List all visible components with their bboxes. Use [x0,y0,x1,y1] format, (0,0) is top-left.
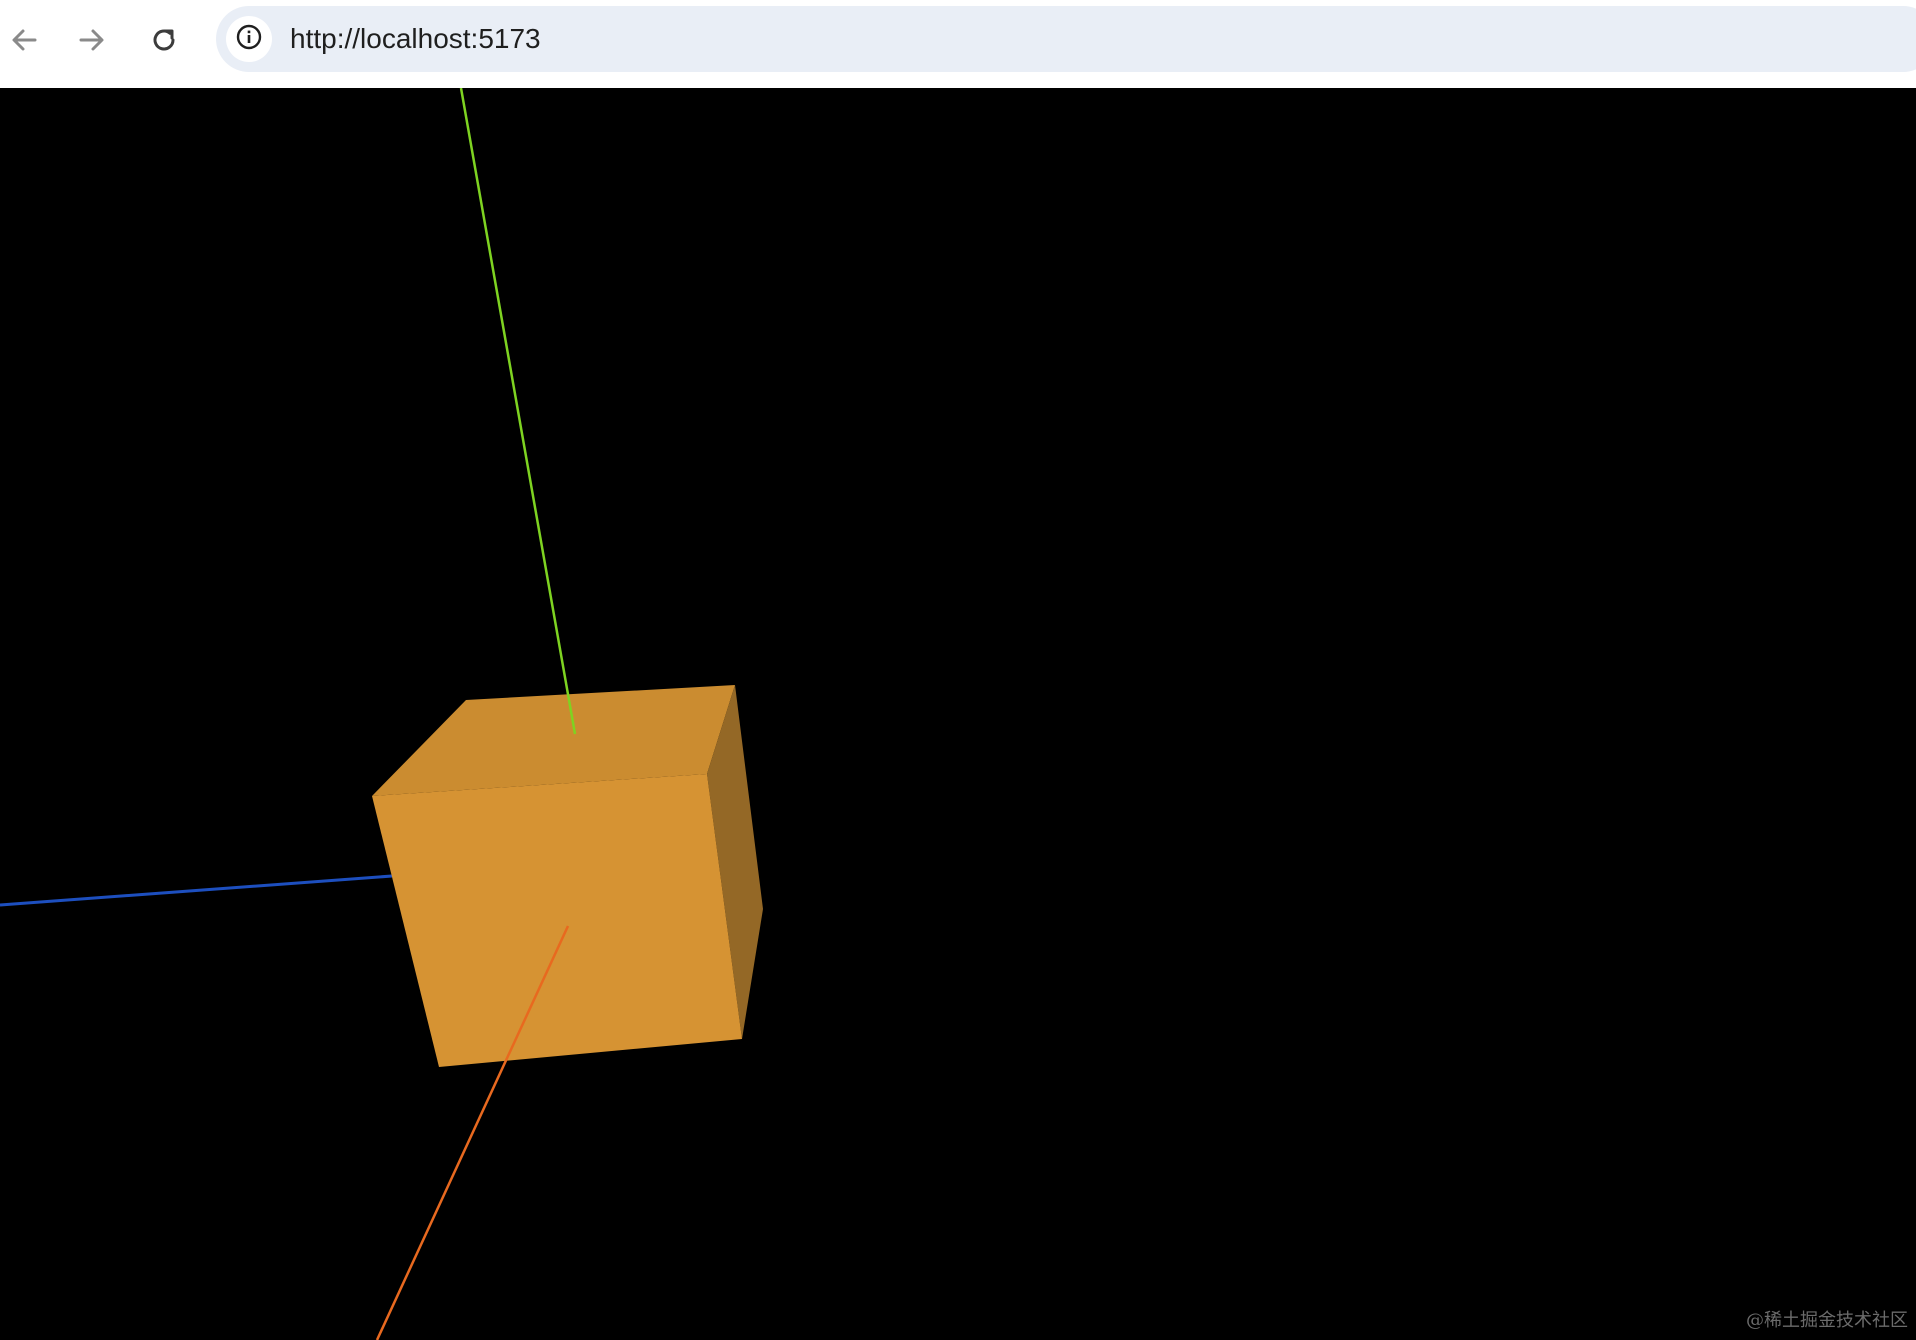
address-bar[interactable]: http://localhost:5173 [216,6,1916,72]
watermark-text: @稀土掘金技术社区 [1746,1310,1908,1331]
forward-button[interactable] [68,16,116,64]
y-axis-line [459,88,577,735]
arrow-right-icon [77,25,107,55]
three-scene [0,88,763,1340]
site-info-button[interactable] [226,16,272,62]
z-axis-line [0,874,393,907]
browser-toolbar: http://localhost:5173 [0,0,1916,88]
back-button[interactable] [0,16,48,64]
reload-icon [149,25,179,55]
webgl-canvas[interactable]: @稀土掘金技术社区 [0,88,1916,1340]
info-circle-icon [235,23,263,56]
arrow-left-icon [9,25,39,55]
url-text[interactable]: http://localhost:5173 [290,6,541,72]
cube-front-face [372,774,742,1067]
reload-button[interactable] [140,16,188,64]
